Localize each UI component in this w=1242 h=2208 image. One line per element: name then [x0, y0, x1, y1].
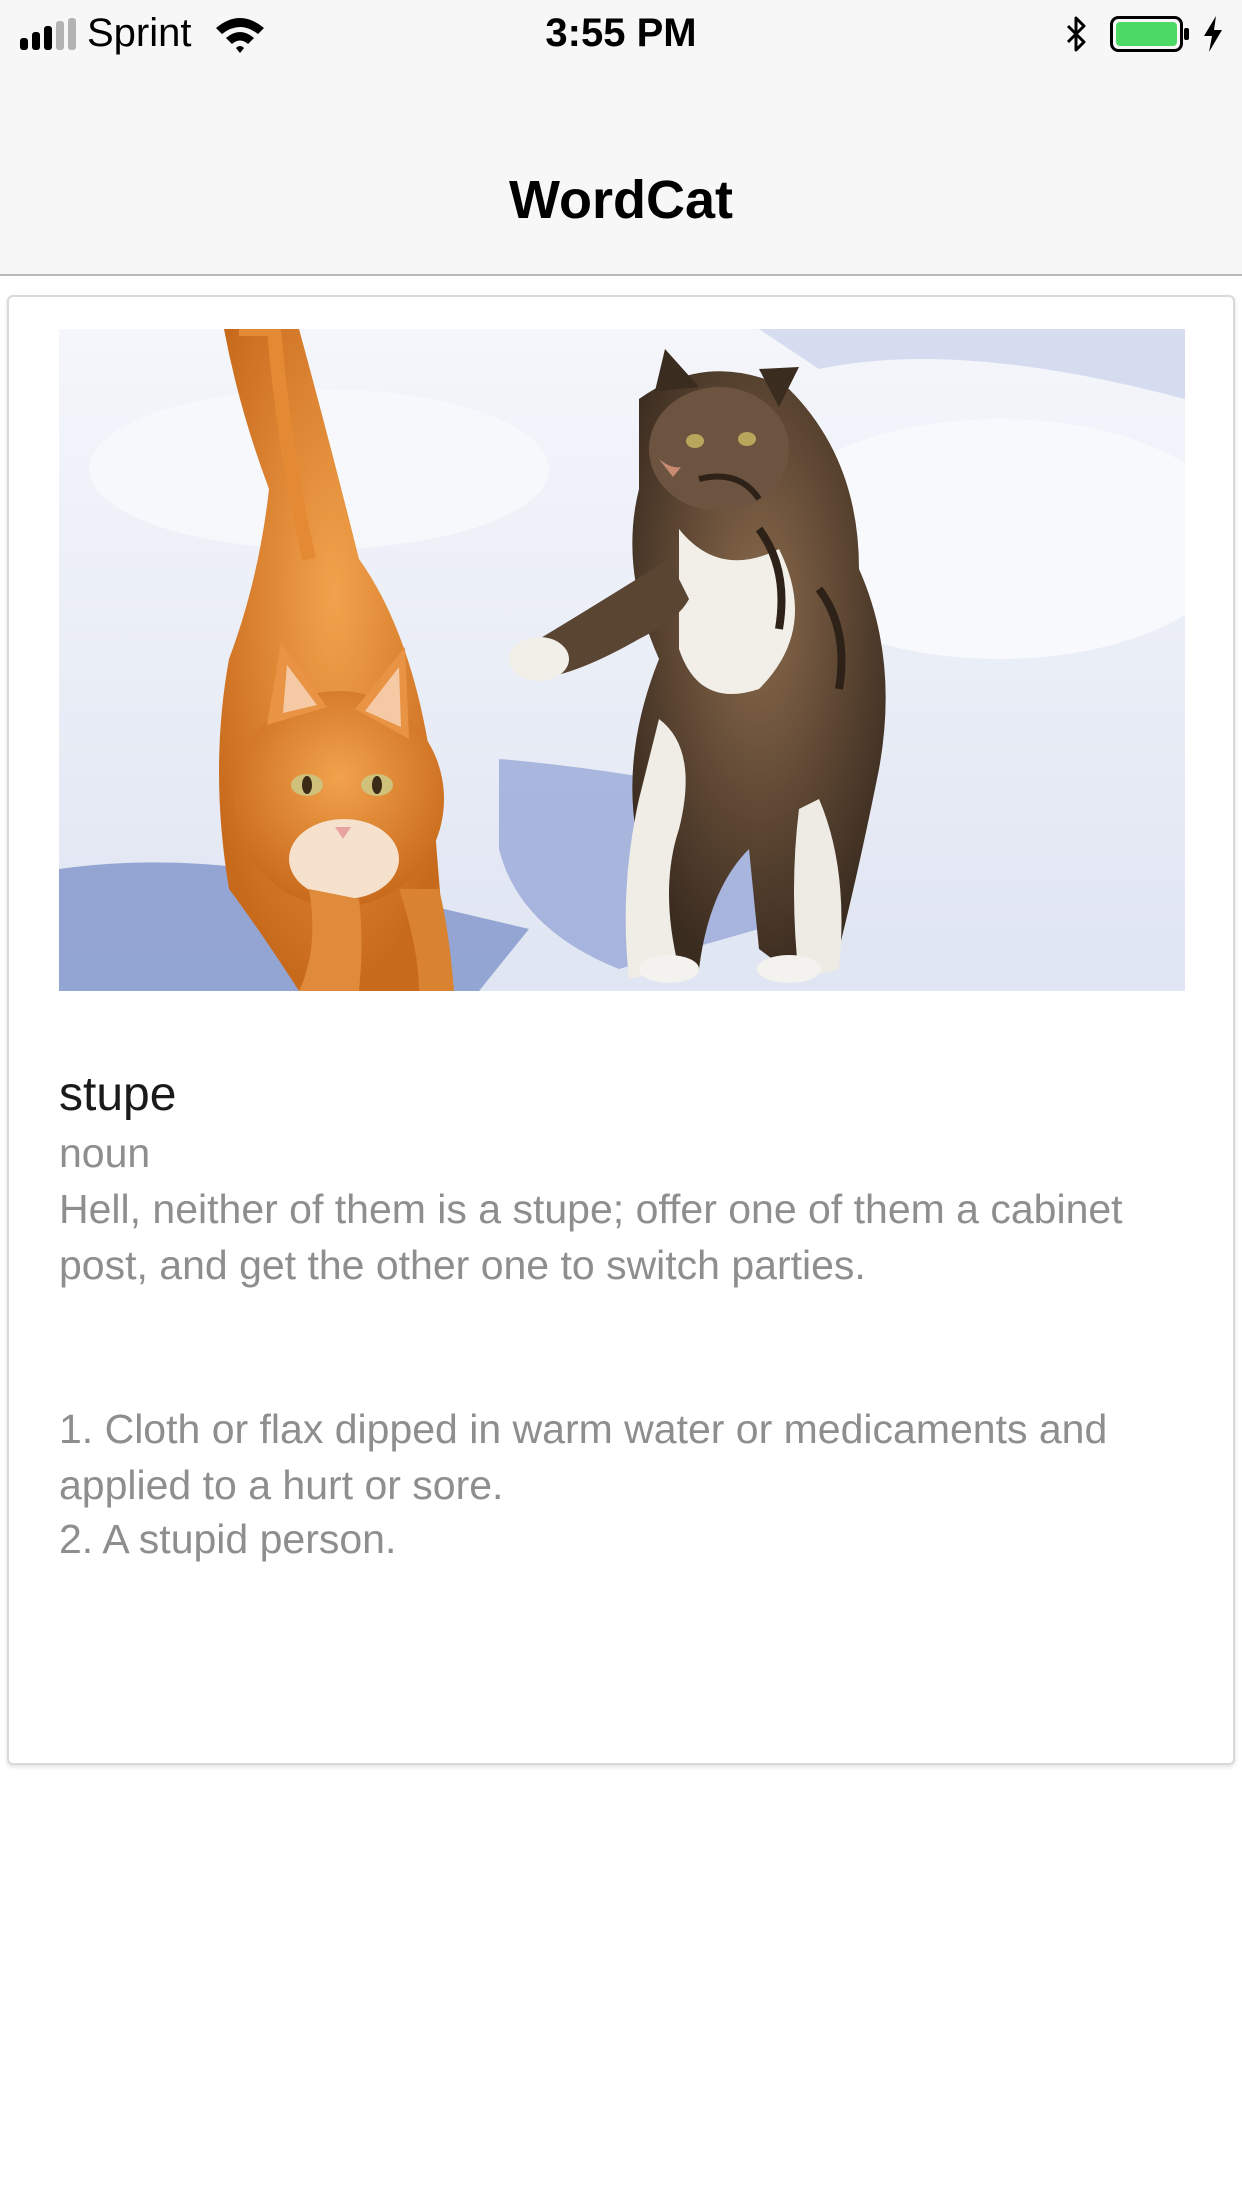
word-card[interactable]: stupe noun Hell, neither of them is a st… [7, 295, 1235, 1765]
charging-icon [1204, 16, 1222, 52]
example-sentence: Hell, neither of them is a stupe; offer … [59, 1186, 1123, 1288]
navigation-bar: WordCat [0, 66, 1242, 276]
app-screen: Sprint 3:55 PM WordCat stupe noun Hell, … [0, 0, 1242, 2208]
word-title: stupe [59, 1068, 177, 1121]
part-of-speech: noun [59, 1130, 151, 1176]
cat-photo [59, 329, 1185, 991]
bluetooth-icon [1066, 16, 1086, 52]
battery-icon [1110, 16, 1189, 52]
battery-level [1116, 22, 1177, 46]
status-bar: Sprint 3:55 PM [0, 0, 1242, 66]
definition-item: 1. Cloth or flax dipped in warm water or… [59, 1406, 1108, 1508]
nav-title: WordCat [509, 170, 733, 230]
definition-item: 2. A stupid person. [59, 1516, 397, 1562]
status-time: 3:55 PM [545, 11, 697, 55]
